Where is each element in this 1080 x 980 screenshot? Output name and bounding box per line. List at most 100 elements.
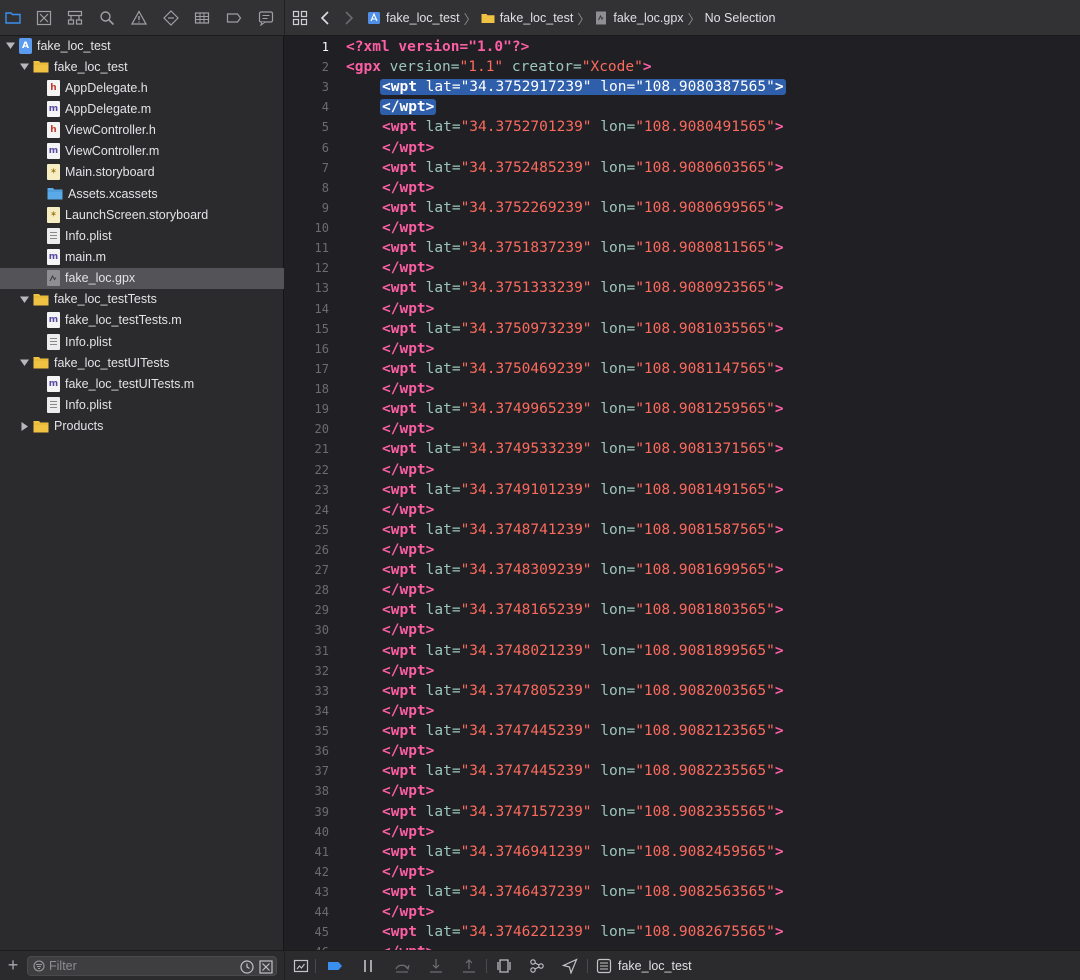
code-line[interactable]: 35 <wpt lat="34.3747445239" lon="108.9082…	[285, 721, 1080, 741]
console-toggle-icon[interactable]	[293, 958, 309, 974]
filter-field[interactable]	[27, 956, 277, 976]
code-line[interactable]: 5 <wpt lat="34.3752701239" lon="108.90804…	[285, 117, 1080, 137]
code-line[interactable]: 44 </wpt>	[285, 902, 1080, 922]
tree-item[interactable]: Assets.xcassets	[0, 183, 284, 204]
memory-graph-icon[interactable]	[529, 958, 545, 974]
code-line[interactable]: 25 <wpt lat="34.3748741239" lon="108.9081…	[285, 520, 1080, 540]
code-line[interactable]: 15 <wpt lat="34.3750973239" lon="108.9081…	[285, 319, 1080, 339]
code-line[interactable]: 18 </wpt>	[285, 379, 1080, 399]
code-line[interactable]: 34 </wpt>	[285, 701, 1080, 721]
search-icon[interactable]	[98, 9, 116, 27]
breadcrumb-group[interactable]: fake_loc_test	[481, 11, 573, 25]
step-out-icon[interactable]	[461, 958, 477, 974]
code-line[interactable]: 13 <wpt lat="34.3751333239" lon="108.9080…	[285, 278, 1080, 298]
tree-item[interactable]: m fake_loc_testUITests.m	[0, 373, 284, 394]
tree-item[interactable]: m fake_loc_testTests.m	[0, 310, 284, 331]
tree-item[interactable]: fake_loc_test	[0, 56, 284, 77]
code-line[interactable]: 7 <wpt lat="34.3752485239" lon="108.90806…	[285, 158, 1080, 178]
source-control-icon[interactable]	[35, 9, 53, 27]
step-into-icon[interactable]	[428, 958, 444, 974]
code-line[interactable]: 23 <wpt lat="34.3749101239" lon="108.9081…	[285, 480, 1080, 500]
disclosure-down-icon[interactable]	[19, 358, 29, 368]
code-line[interactable]: 20 </wpt>	[285, 419, 1080, 439]
code-line[interactable]: 11 <wpt lat="34.3751837239" lon="108.9080…	[285, 238, 1080, 258]
breadcrumb-file[interactable]: fake_loc.gpx	[594, 11, 684, 25]
tree-item[interactable]: fake_loc_testUITests	[0, 352, 284, 373]
folder-icon[interactable]	[4, 9, 22, 27]
debug-gauge-icon[interactable]	[193, 9, 211, 27]
test-diamond-icon[interactable]	[162, 9, 180, 27]
disclosure-down-icon[interactable]	[19, 62, 29, 72]
chevron-left-icon[interactable]	[317, 10, 333, 26]
step-over-icon[interactable]	[394, 958, 410, 974]
code-line[interactable]: 30 </wpt>	[285, 620, 1080, 640]
code-line[interactable]: 32 </wpt>	[285, 661, 1080, 681]
code-line[interactable]: 38 </wpt>	[285, 781, 1080, 801]
breadcrumb-selection[interactable]: No Selection	[705, 11, 776, 25]
code-line[interactable]: 9 <wpt lat="34.3752269239" lon="108.90806…	[285, 198, 1080, 218]
code-line[interactable]: 39 <wpt lat="34.3747157239" lon="108.9082…	[285, 802, 1080, 822]
disclosure-down-icon[interactable]	[19, 294, 29, 304]
breakpoints-toggle-icon[interactable]	[327, 958, 343, 974]
code-line[interactable]: 41 <wpt lat="34.3746941239" lon="108.9082…	[285, 842, 1080, 862]
tree-item[interactable]: ✶ LaunchScreen.storyboard	[0, 204, 284, 225]
code-line[interactable]: 42 </wpt>	[285, 862, 1080, 882]
hierarchy-icon[interactable]	[66, 9, 84, 27]
tree-item[interactable]: Afake_loc_test	[0, 35, 284, 56]
disclosure-down-icon[interactable]	[5, 41, 15, 51]
code-line[interactable]: 45 <wpt lat="34.3746221239" lon="108.9082…	[285, 922, 1080, 942]
code-line[interactable]: 26 </wpt>	[285, 540, 1080, 560]
code-line[interactable]: 3 <wpt lat="34.3752917239" lon="108.90803…	[285, 77, 1080, 97]
pause-icon[interactable]	[360, 958, 376, 974]
tree-item[interactable]: ✶ Main.storyboard	[0, 162, 284, 183]
scheme-icon[interactable]	[596, 958, 612, 974]
code-line[interactable]: 29 <wpt lat="34.3748165239" lon="108.9081…	[285, 600, 1080, 620]
code-line[interactable]: 43 <wpt lat="34.3746437239" lon="108.9082…	[285, 882, 1080, 902]
code-line[interactable]: 24 </wpt>	[285, 500, 1080, 520]
tree-item[interactable]: fake_loc_testTests	[0, 289, 284, 310]
tree-item[interactable]: Info.plist	[0, 395, 284, 416]
scheme-label[interactable]: fake_loc_test	[618, 951, 692, 980]
tree-item[interactable]: Info.plist	[0, 225, 284, 246]
code-line[interactable]: 22 </wpt>	[285, 460, 1080, 480]
chevron-right-icon[interactable]	[341, 10, 357, 26]
code-line[interactable]: 2 <gpx version="1.1" creator="Xcode">	[285, 57, 1080, 77]
breakpoint-icon[interactable]	[225, 9, 243, 27]
code-line[interactable]: 31 <wpt lat="34.3748021239" lon="108.9081…	[285, 641, 1080, 661]
tree-item[interactable]: m main.m	[0, 247, 284, 268]
code-line[interactable]: 27 <wpt lat="34.3748309239" lon="108.9081…	[285, 560, 1080, 580]
code-line[interactable]: 36 </wpt>	[285, 741, 1080, 761]
code-line[interactable]: 17 <wpt lat="34.3750469239" lon="108.9081…	[285, 359, 1080, 379]
code-editor[interactable]: 1 <?xml version="1.0"?> 2 <gpx version="1.1…	[285, 36, 1080, 950]
breadcrumb-project[interactable]: fake_loc_test	[367, 11, 460, 25]
warning-icon[interactable]	[130, 9, 148, 27]
code-line[interactable]: 28 </wpt>	[285, 580, 1080, 600]
code-line[interactable]: 8 </wpt>	[285, 178, 1080, 198]
tree-item[interactable]: fake_loc.gpx	[0, 267, 284, 289]
tree-item[interactable]: m AppDelegate.m	[0, 98, 284, 119]
report-icon[interactable]	[257, 9, 275, 27]
filter-input[interactable]	[49, 958, 234, 974]
code-line[interactable]: 33 <wpt lat="34.3747805239" lon="108.9082…	[285, 681, 1080, 701]
disclosure-right-icon[interactable]	[19, 421, 29, 431]
tree-item[interactable]: h ViewController.h	[0, 120, 284, 141]
tree-item[interactable]: h AppDelegate.h	[0, 77, 284, 98]
code-line[interactable]: 46 </wpt>	[285, 942, 1080, 950]
related-items-grid-icon[interactable]	[292, 10, 308, 26]
code-line[interactable]: 4 </wpt>	[285, 97, 1080, 117]
add-icon[interactable]: +	[5, 956, 21, 974]
tree-item[interactable]: Info.plist	[0, 331, 284, 352]
code-line[interactable]: 14 </wpt>	[285, 299, 1080, 319]
simulate-location-icon[interactable]	[562, 958, 578, 974]
code-line[interactable]: 1 <?xml version="1.0"?>	[285, 37, 1080, 57]
code-line[interactable]: 12 </wpt>	[285, 258, 1080, 278]
code-line[interactable]: 16 </wpt>	[285, 339, 1080, 359]
tree-item[interactable]: m ViewController.m	[0, 141, 284, 162]
code-line[interactable]: 37 <wpt lat="34.3747445239" lon="108.9082…	[285, 761, 1080, 781]
code-line[interactable]: 40 </wpt>	[285, 822, 1080, 842]
recent-files-filter-icon[interactable]	[240, 960, 254, 974]
view-hierarchy-icon[interactable]	[496, 958, 512, 974]
code-line[interactable]: 21 <wpt lat="34.3749533239" lon="108.9081…	[285, 439, 1080, 459]
code-line[interactable]: 6 </wpt>	[285, 138, 1080, 158]
code-line[interactable]: 19 <wpt lat="34.3749965239" lon="108.9081…	[285, 399, 1080, 419]
